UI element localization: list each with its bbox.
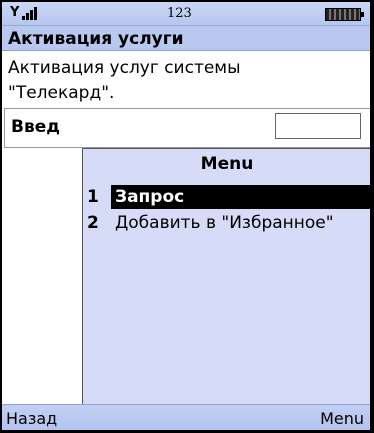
description-line-1: Активация услуг системы [8,58,241,78]
description-text: Активация услуг системы "Телекард". [8,56,358,106]
softkey-bar: Назад Menu [2,404,370,430]
field-label: Введ [11,117,60,137]
text-input[interactable] [275,113,361,139]
title-bar: Активация услуги [2,26,370,51]
input-row[interactable]: Введ [4,108,370,148]
signal-icon: Y [10,5,38,20]
signal-bars-icon [21,5,38,20]
popup-menu: Menu 1 Запрос 2 Добавить в "Избранное" [82,148,370,405]
menu-item-number: 2 [87,213,99,233]
status-bar: Y 123 [2,2,370,26]
page-title: Активация услуги [8,29,184,49]
menu-softkey[interactable]: Menu [320,409,364,428]
menu-item-label: Запрос [111,185,370,209]
antenna-glyph: Y [10,5,19,20]
back-softkey[interactable]: Назад [6,409,57,428]
menu-item-request[interactable]: 1 Запрос [83,185,370,209]
menu-item-label: Добавить в "Избранное" [115,213,334,233]
description-line-2: "Телекард". [8,83,115,103]
menu-item-number: 1 [87,187,99,207]
status-number: 123 [167,6,192,21]
menu-item-add-favorites[interactable]: 2 Добавить в "Избранное" [83,211,370,235]
battery-icon [325,8,364,21]
phone-screen: Y 123 Активация услуги Активация услуг с… [2,2,370,430]
menu-title: Menu [200,154,254,174]
